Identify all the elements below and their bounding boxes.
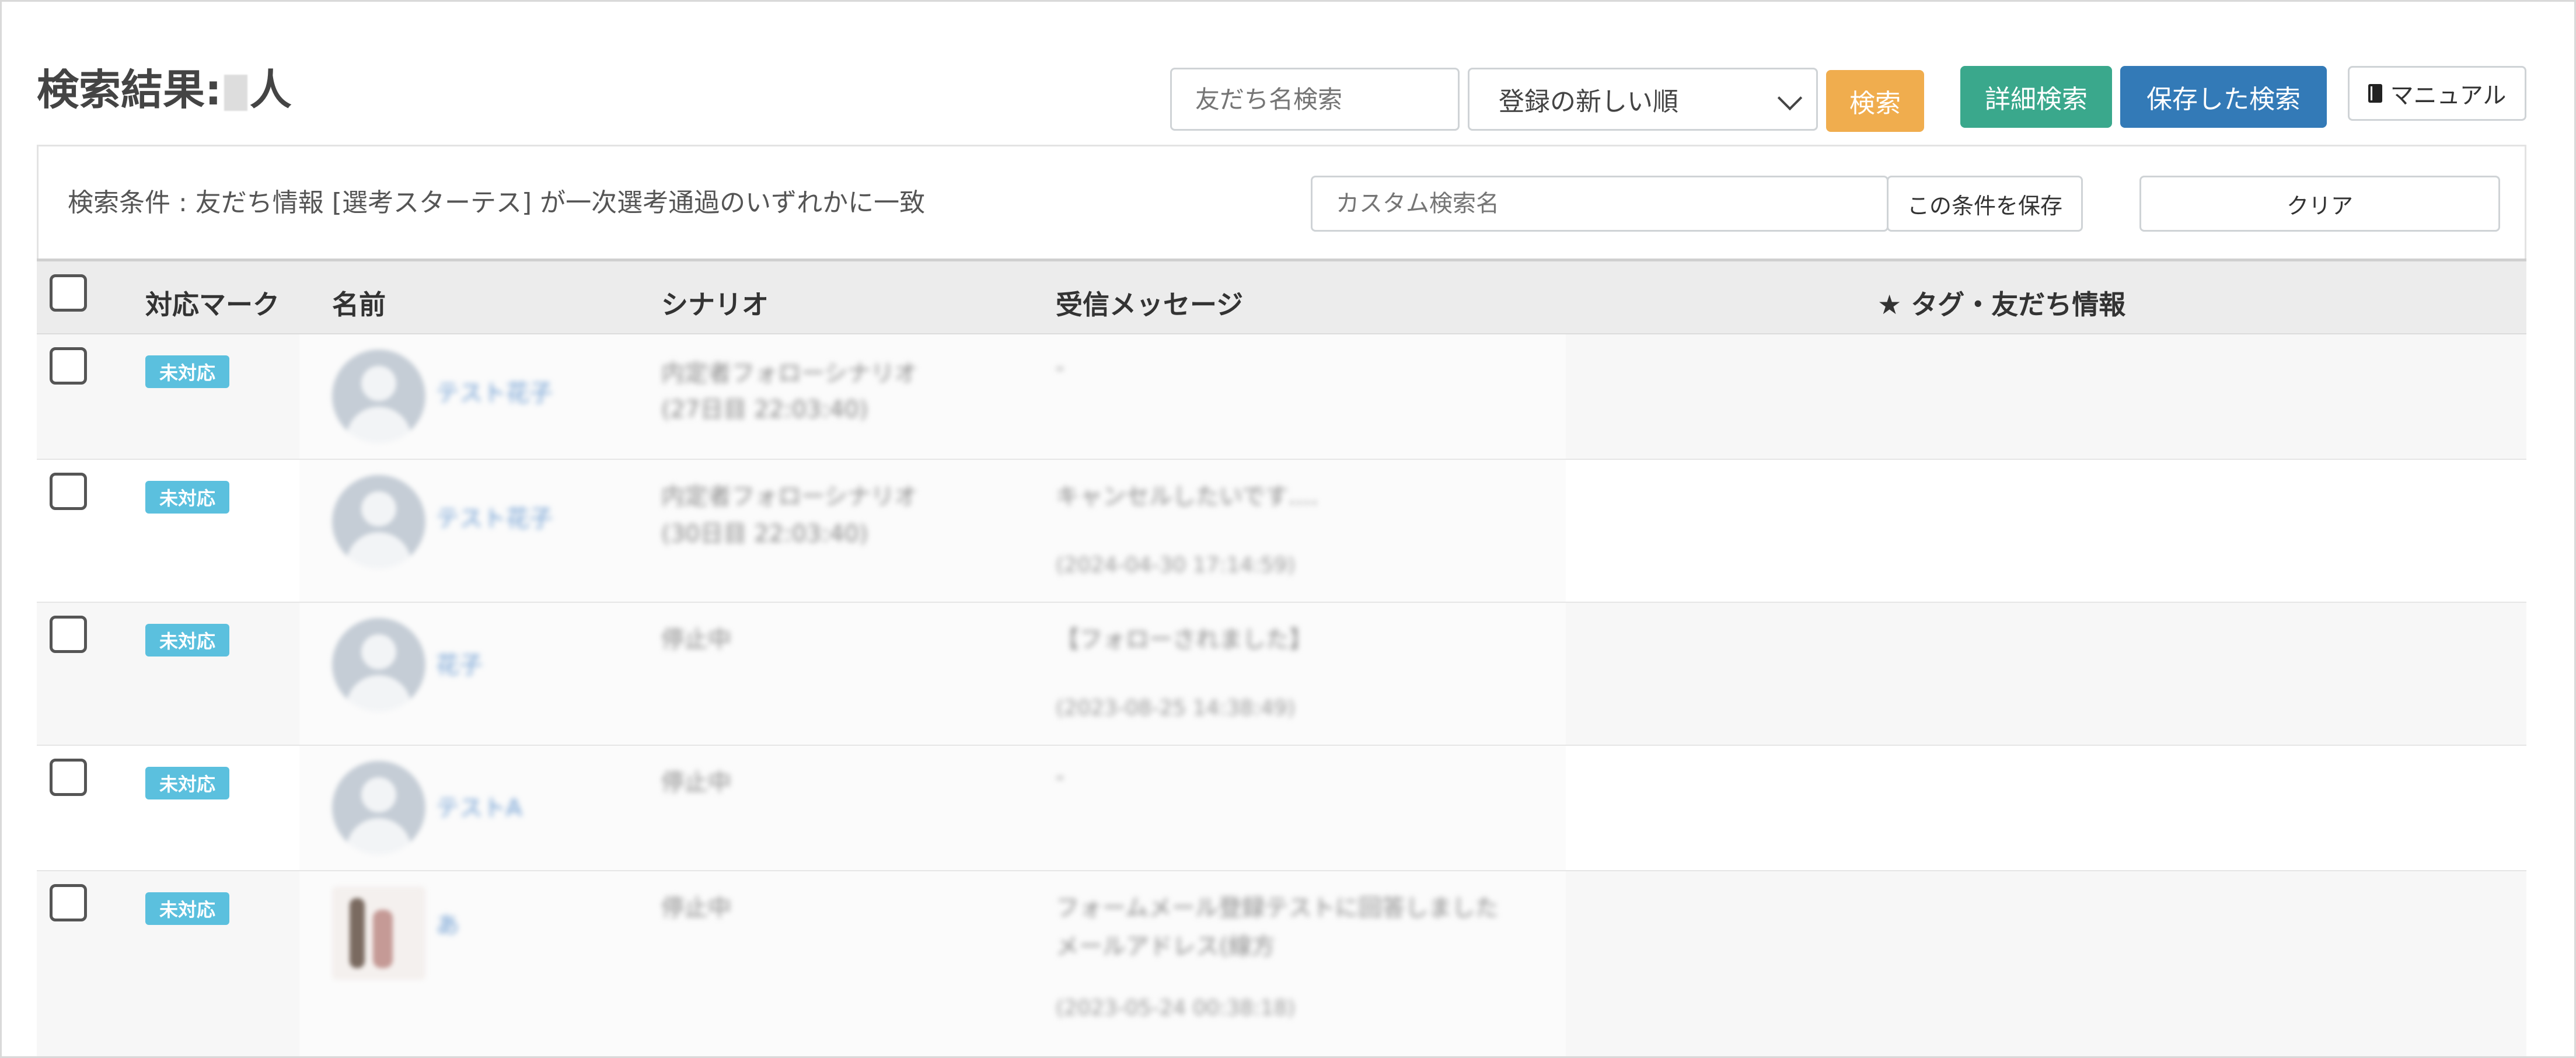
- app-window: 検索結果: 人 登録の新しい順 検索 詳細検索 保存した検索 マニュアル 検索条件…: [0, 0, 2576, 1058]
- scenario-progress: (30日目 22:03:40): [661, 521, 868, 547]
- column-header-name[interactable]: 名前: [332, 284, 386, 322]
- friend-name-link[interactable]: あ: [436, 906, 459, 940]
- clear-button[interactable]: クリア: [2139, 176, 2500, 232]
- page-title-prefix: 検索結果:: [37, 65, 222, 114]
- status-badge[interactable]: 未対応: [145, 892, 229, 925]
- scenario-text: 停止中: [661, 769, 731, 796]
- table-row[interactable]: 未対応 あ 停止中 フォームメール登録テストに回答しました メールアドレス(線方…: [37, 871, 2526, 1056]
- message-text: 【フォローされました】: [1056, 626, 1313, 653]
- table-row[interactable]: 未対応 テストA 停止中 -: [37, 746, 2526, 871]
- row-checkbox[interactable]: [50, 616, 87, 653]
- table-row[interactable]: 未対応 花子 停止中 【フォローされました】 (2023-08-25 14:38…: [37, 603, 2526, 746]
- message-text: -: [1056, 763, 1064, 790]
- friend-name-search-input[interactable]: [1170, 68, 1460, 131]
- save-condition-button[interactable]: この条件を保存: [1887, 176, 2083, 232]
- saved-search-button[interactable]: 保存した検索: [2120, 66, 2327, 128]
- column-header-status[interactable]: 対応マーク: [145, 284, 280, 322]
- row-checkbox[interactable]: [50, 759, 87, 796]
- avatar[interactable]: [332, 886, 425, 980]
- result-count-redacted: [224, 75, 247, 111]
- scenario-text: 内定者フォローシナリオ: [661, 360, 918, 387]
- book-icon: [2368, 84, 2382, 103]
- scenario-progress: (27日目 22:03:40): [661, 396, 868, 423]
- sort-select-value: 登録の新しい順: [1499, 87, 1678, 117]
- avatar[interactable]: [332, 761, 425, 854]
- avatar[interactable]: [332, 475, 425, 568]
- table-header: 対応マーク 名前 シナリオ 受信メッセージ ★ タグ・友だち情報: [37, 259, 2526, 334]
- scenario-text: 停止中: [661, 626, 731, 653]
- status-badge[interactable]: 未対応: [145, 355, 229, 388]
- message-text: フォームメール登録テストに回答しました: [1056, 895, 1499, 921]
- message-text-line2: メールアドレス(線方: [1056, 933, 1275, 960]
- table-row[interactable]: 未対応 テスト花子 内定者フォローシナリオ (30日目 22:03:40) キャ…: [37, 460, 2526, 603]
- custom-search-name-input[interactable]: [1311, 176, 1889, 232]
- status-badge[interactable]: 未対応: [145, 481, 229, 514]
- scenario-text: 内定者フォローシナリオ: [661, 483, 918, 510]
- status-badge[interactable]: 未対応: [145, 767, 229, 799]
- scenario-text: 停止中: [661, 895, 731, 921]
- advanced-search-button[interactable]: 詳細検索: [1960, 66, 2112, 128]
- table-row[interactable]: 未対応 テスト花子 内定者フォローシナリオ (27日目 22:03:40) -: [37, 334, 2526, 460]
- page-title-suffix: 人: [249, 65, 292, 114]
- friend-name-link[interactable]: テスト花子: [436, 500, 553, 533]
- select-all-checkbox[interactable]: [50, 274, 87, 312]
- row-checkbox[interactable]: [50, 347, 87, 385]
- friend-name-link[interactable]: 花子: [436, 646, 483, 680]
- message-text: キャンセルしたいです....: [1056, 483, 1318, 510]
- search-conditions-panel: 検索条件 : 友だち情報 [選考スターテス] が一次選考通過のいずれかに一致 こ…: [37, 145, 2526, 259]
- column-header-messages[interactable]: 受信メッセージ: [1056, 284, 1243, 322]
- friend-name-link[interactable]: テスト花子: [436, 374, 553, 408]
- avatar[interactable]: [332, 350, 425, 443]
- avatar[interactable]: [332, 618, 425, 711]
- manual-button[interactable]: マニュアル: [2348, 66, 2526, 121]
- status-badge[interactable]: 未対応: [145, 624, 229, 657]
- friend-name-link[interactable]: テストA: [436, 789, 522, 823]
- search-button[interactable]: 検索: [1826, 70, 1924, 132]
- chevron-down-icon: [1777, 85, 1803, 111]
- row-checkbox[interactable]: [50, 884, 87, 921]
- message-timestamp: (2023-08-25 14:38:49): [1056, 696, 1296, 720]
- search-conditions-text: 検索条件 : 友だち情報 [選考スターテス] が一次選考通過のいずれかに一致: [68, 188, 926, 218]
- message-timestamp: (2023-05-24 00:38:18): [1056, 996, 1296, 1020]
- message-timestamp: (2024-04-30 17:14:59): [1056, 553, 1296, 577]
- row-checkbox[interactable]: [50, 473, 87, 510]
- column-header-scenario[interactable]: シナリオ: [661, 284, 769, 322]
- sort-select[interactable]: 登録の新しい順: [1468, 68, 1818, 131]
- message-text: -: [1056, 354, 1064, 381]
- manual-button-label: マニュアル: [2390, 82, 2507, 109]
- page-title: 検索結果: 人: [37, 55, 292, 117]
- column-header-tags[interactable]: ★ タグ・友だち情報: [1877, 284, 2125, 322]
